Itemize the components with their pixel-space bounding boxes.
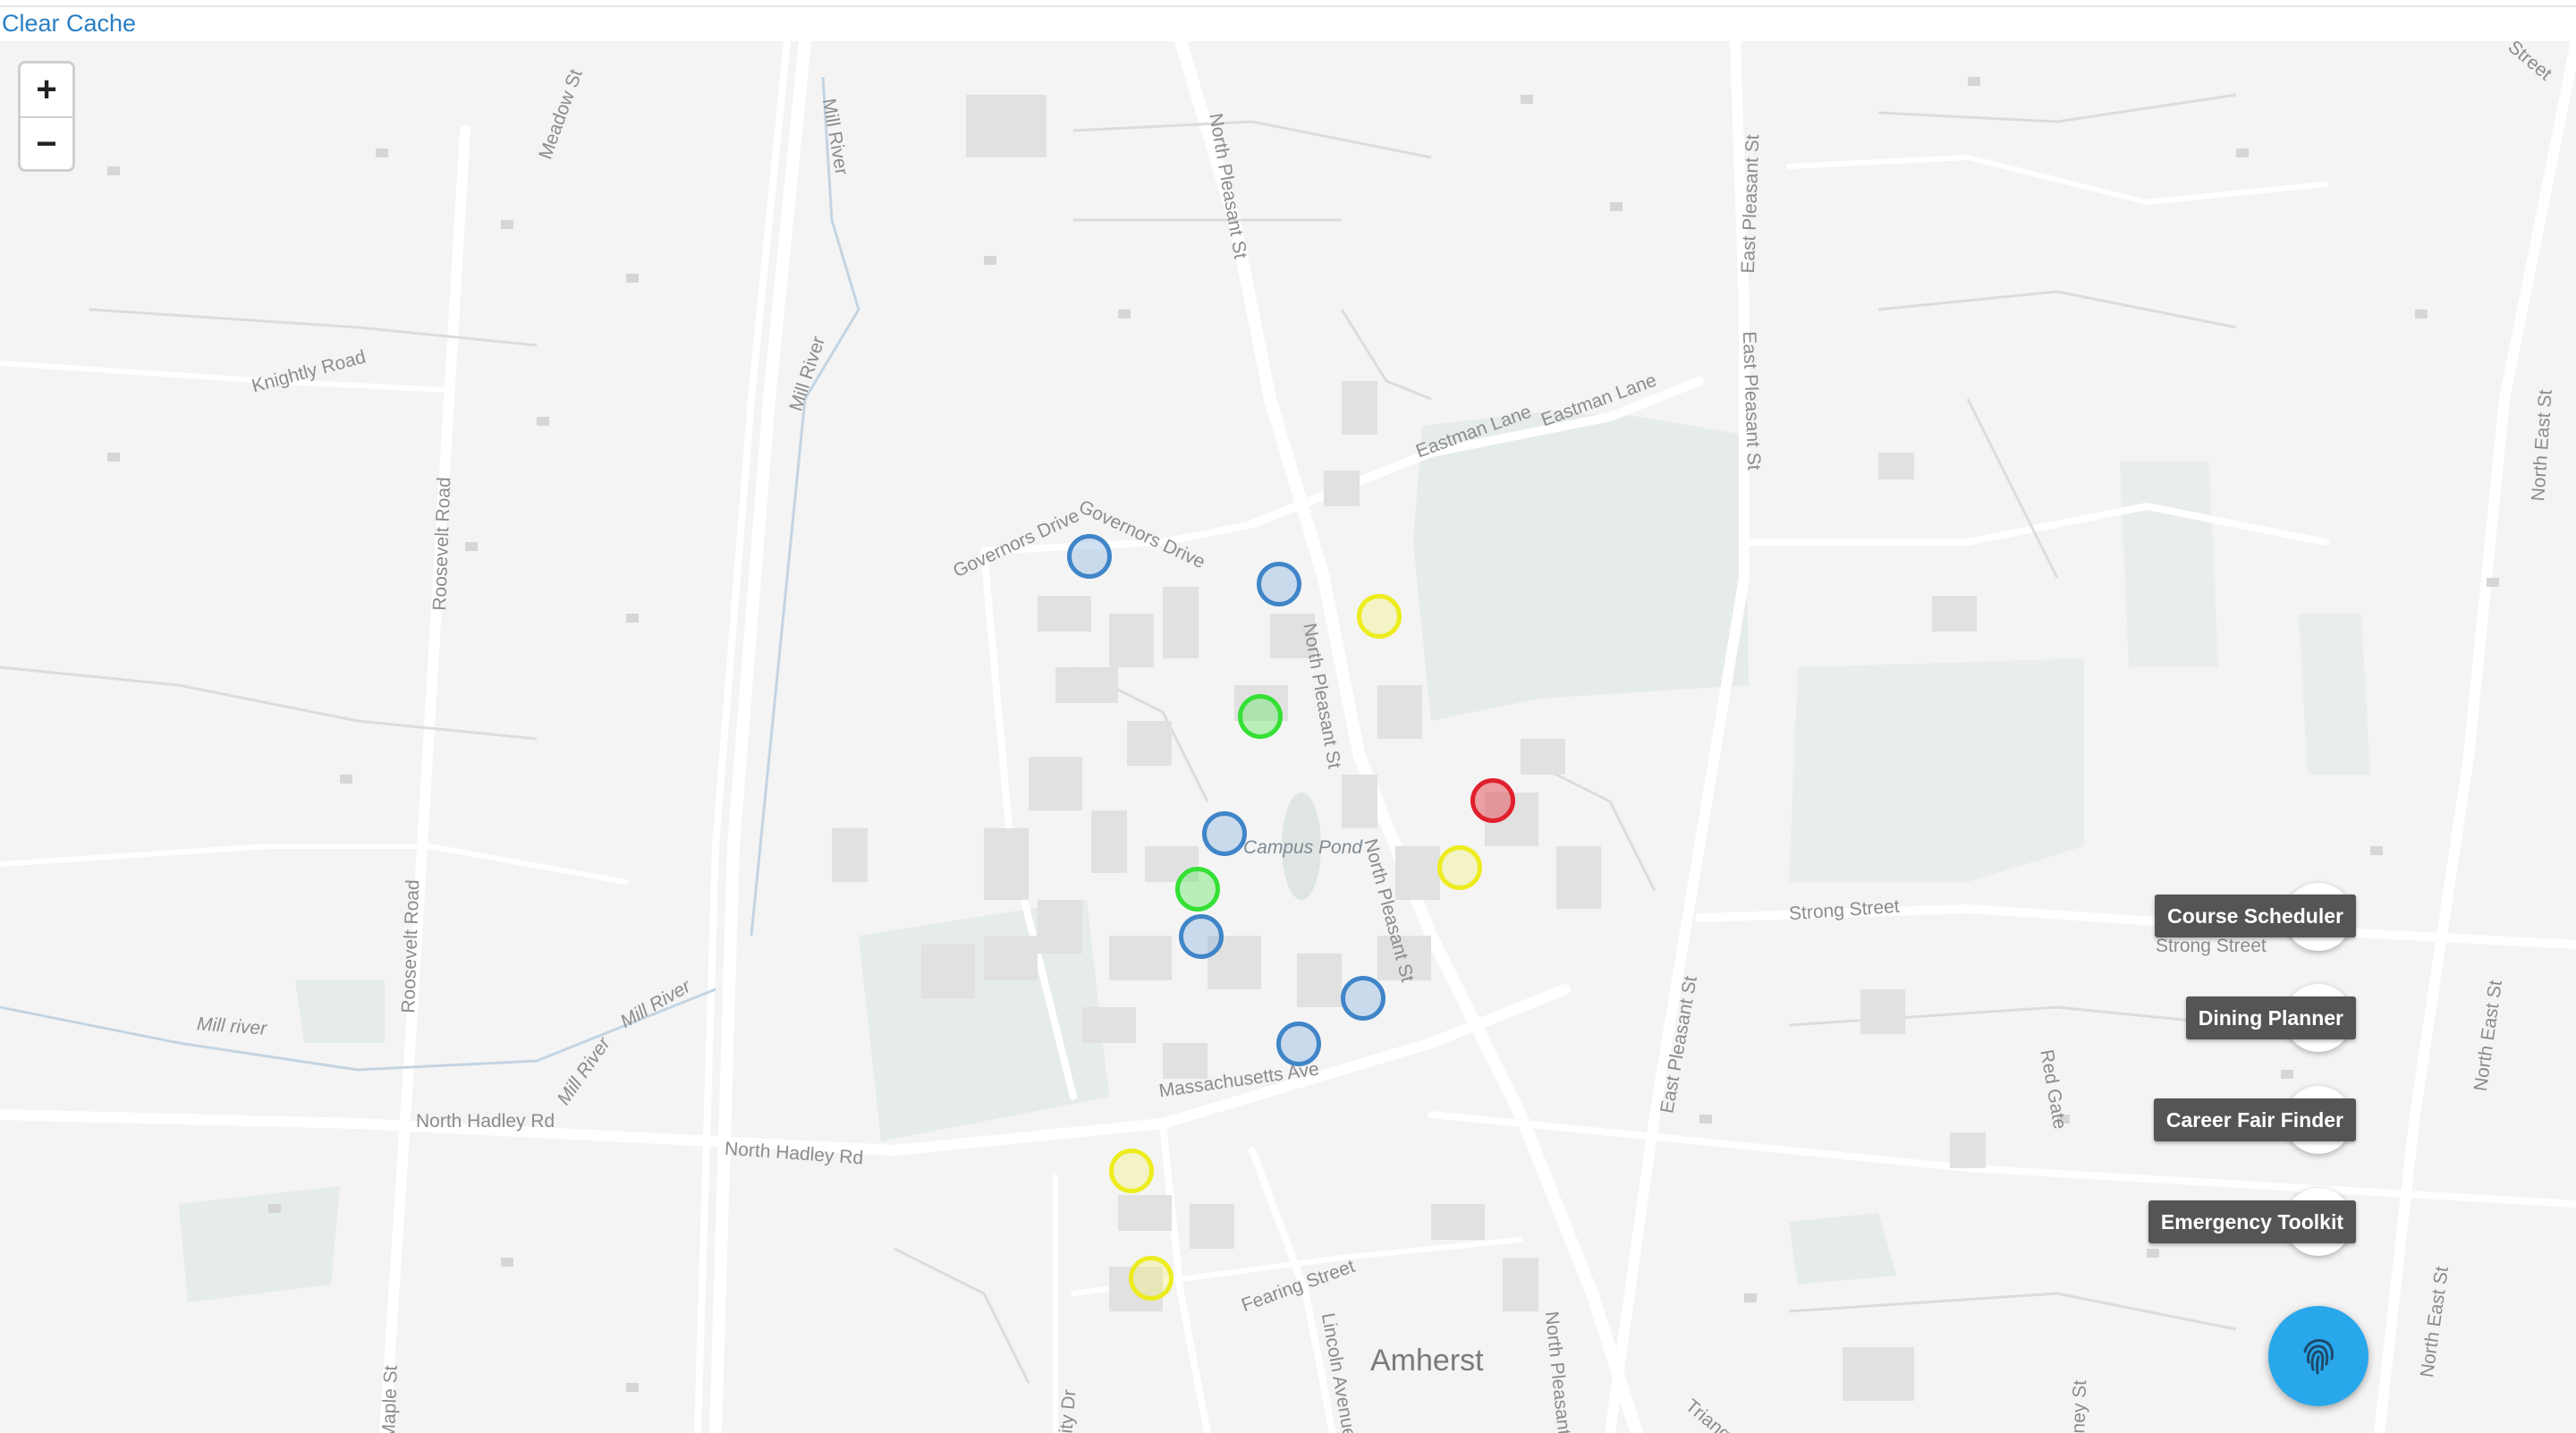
dining-planner-label[interactable]: Dining Planner xyxy=(2185,996,2356,1039)
map-marker-yellow[interactable] xyxy=(1109,1149,1154,1193)
street-label: itney St xyxy=(2067,1379,2091,1433)
zoom-out-button[interactable]: − xyxy=(21,118,72,171)
career-fair-finder-label[interactable]: Career Fair Finder xyxy=(2153,1098,2356,1141)
map-marker-yellow[interactable] xyxy=(1129,1256,1174,1301)
fab-item-course-scheduler[interactable]: Course Scheduler xyxy=(2155,895,2356,937)
map-marker-blue[interactable] xyxy=(1276,1022,1321,1066)
map-marker-blue[interactable] xyxy=(1179,914,1224,959)
map-marker-green[interactable] xyxy=(1238,694,1283,739)
map-marker-yellow[interactable] xyxy=(1437,845,1482,890)
fab-item-dining-planner[interactable]: Dining Planner xyxy=(2185,996,2356,1039)
water-label: Campus Pond xyxy=(1243,837,1363,858)
map-marker-red[interactable] xyxy=(1470,778,1515,823)
street-label: North Hadley Rd xyxy=(416,1111,555,1132)
zoom-control: + − xyxy=(18,61,75,172)
fab-main-button[interactable] xyxy=(2268,1306,2368,1406)
map-marker-blue[interactable] xyxy=(1341,976,1385,1021)
map-marker-blue[interactable] xyxy=(1067,534,1112,579)
fingerprint-icon xyxy=(2303,1339,2334,1375)
street-label: Maple St xyxy=(377,1365,402,1433)
course-scheduler-label[interactable]: Course Scheduler xyxy=(2155,895,2356,937)
fab-item-career-fair-finder[interactable]: Career Fair Finder xyxy=(2153,1098,2356,1141)
map-marker-blue[interactable] xyxy=(1202,811,1247,856)
street-label: ity Dr xyxy=(1055,1388,1080,1433)
map-marker-yellow[interactable] xyxy=(1357,594,1402,639)
street-label: Strong Street xyxy=(2156,936,2267,956)
emergency-toolkit-label[interactable]: Emergency Toolkit xyxy=(2148,1200,2356,1243)
map-marker-green[interactable] xyxy=(1175,867,1220,912)
town-label: Amherst xyxy=(1370,1344,1484,1378)
zoom-in-button[interactable]: + xyxy=(21,64,72,118)
top-divider xyxy=(0,0,2576,7)
map-marker-blue[interactable] xyxy=(1257,562,1301,606)
fab-item-emergency-toolkit[interactable]: Emergency Toolkit xyxy=(2148,1200,2356,1243)
clear-cache-link[interactable]: Clear Cache xyxy=(2,9,136,38)
